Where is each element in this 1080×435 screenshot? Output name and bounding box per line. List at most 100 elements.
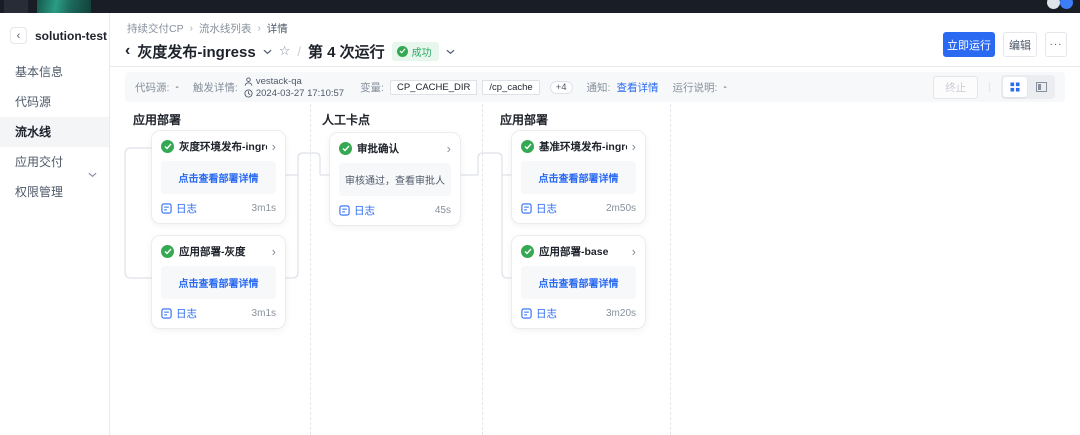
notify-label: 通知: (586, 81, 611, 94)
sidebar-item-basic-info[interactable]: 基本信息 (0, 57, 109, 87)
note-label: 运行说明: (672, 81, 718, 94)
chevron-right-icon[interactable]: › (272, 245, 276, 258)
edit-button[interactable]: 编辑 (1003, 32, 1037, 57)
trigger-user: vestack-qa (255, 75, 302, 87)
log-link[interactable]: 日志 (521, 201, 557, 216)
notify-detail-link[interactable]: 查看详情 (616, 80, 658, 95)
breadcrumb-item-pipeline-list[interactable]: 流水线列表 (199, 21, 252, 36)
stage-divider (310, 104, 311, 435)
trigger-time: 2024-03-27 17:10:57 (255, 87, 345, 99)
variables-label: 变量: (360, 81, 384, 94)
menu-tile[interactable] (4, 0, 28, 13)
stop-button[interactable]: 终止 (933, 75, 979, 99)
task-duration: 45s (434, 205, 451, 216)
log-link[interactable]: 日志 (339, 203, 375, 218)
grid-view-icon (1010, 82, 1020, 92)
breadcrumb: 持续交付CP › 流水线列表 › 详情 (127, 21, 288, 36)
task-card-header[interactable]: 应用部署-base › (521, 244, 636, 259)
task-duration: 3m20s (605, 308, 636, 319)
stage-1-header: 应用部署 (133, 113, 182, 127)
run-now-button[interactable]: 立即运行 (943, 32, 995, 57)
task-card: 灰度环境发布-ingress › 点击查看部署详情 日志 3m1s (152, 131, 285, 223)
pipeline-canvas: 应用部署 人工卡点 应用部署 灰度环境发布-ingress › 点击查看部署详情… (110, 104, 1080, 435)
note-value: - (723, 81, 727, 93)
log-icon (161, 203, 172, 214)
task-card-header[interactable]: 基准环境发布-ingress › (521, 139, 636, 154)
variable-key-chip: CP_CACHE_DIR (389, 79, 478, 95)
top-nav-bar (0, 0, 1080, 13)
board-view-icon (1035, 82, 1047, 92)
log-icon (521, 203, 532, 214)
user-avatar-icon[interactable] (1060, 0, 1073, 9)
pipeline-name-title[interactable]: 灰度发布-ingress (137, 41, 255, 62)
task-duration: 3m1s (251, 203, 276, 214)
log-link[interactable]: 日志 (521, 306, 557, 321)
run-title: 第 4 次运行 (307, 43, 385, 61)
deploy-detail-link[interactable]: 点击查看部署详情 (179, 275, 259, 290)
main-content: 持续交付CP › 流水线列表 › 详情 ‹ 灰度发布-ingress ☆ / 第… (110, 13, 1080, 435)
variable-value-chip: /cp_cache (482, 79, 540, 95)
source-value: - (175, 81, 179, 93)
task-title: 基准环境发布-ingress (539, 141, 627, 153)
success-check-icon (161, 245, 174, 258)
task-title: 审批确认 (357, 143, 399, 155)
brand-logo-image (37, 0, 91, 13)
trigger-label: 触发详情: (192, 81, 238, 94)
task-card: 应用部署-灰度 › 点击查看部署详情 日志 3m1s (152, 236, 285, 328)
chevron-right-icon[interactable]: › (447, 142, 451, 155)
user-icon (244, 76, 253, 86)
task-title: 应用部署-base (539, 246, 609, 258)
sidebar-item-app-delivery[interactable]: 应用交付 (0, 147, 109, 178)
chevron-right-icon[interactable]: › (632, 245, 636, 258)
task-title: 应用部署-灰度 (179, 246, 246, 258)
sidebar-item-pipeline[interactable]: 流水线 (0, 117, 109, 147)
view-mode-switch (1001, 75, 1055, 99)
task-title: 灰度环境发布-ingress (179, 141, 267, 153)
more-actions-button[interactable]: ··· (1045, 32, 1067, 57)
pipeline-switch-chevron-icon[interactable] (263, 42, 272, 60)
task-card-header[interactable]: 审批确认 › (339, 141, 451, 156)
run-switch-chevron-icon[interactable] (446, 42, 455, 60)
stage-3-header: 应用部署 (500, 113, 549, 127)
breadcrumb-item-cp[interactable]: 持续交付CP (127, 21, 184, 36)
sidebar: ‹ solution-test 基本信息 代码源 流水线 应用交付 权限管理 (0, 13, 110, 435)
notification-avatar-icon[interactable] (1047, 0, 1060, 9)
controls-divider: | (988, 81, 991, 93)
task-card-header[interactable]: 灰度环境发布-ingress › (161, 139, 276, 154)
chevron-right-icon[interactable]: › (272, 140, 276, 153)
stage-divider (670, 104, 671, 435)
sidebar-item-code-source[interactable]: 代码源 (0, 87, 109, 117)
task-card: 应用部署-base › 点击查看部署详情 日志 3m20s (512, 236, 645, 328)
source-label: 代码源: (135, 81, 170, 94)
task-card-header[interactable]: 应用部署-灰度 › (161, 244, 276, 259)
success-check-icon (521, 245, 534, 258)
success-check-icon (396, 45, 408, 57)
stage-2-header: 人工卡点 (322, 113, 371, 127)
approval-result-text: 审核通过，查看审批人 (345, 176, 445, 187)
log-link[interactable]: 日志 (161, 306, 197, 321)
status-badge: 成功 (391, 41, 439, 61)
page-back-icon[interactable]: ‹ (125, 41, 130, 61)
variables-more-badge[interactable]: +4 (549, 80, 573, 94)
run-info-bar: 代码源: - 触发详情: vestack-qa 2024-03-27 17:10… (125, 72, 1065, 102)
log-icon (161, 308, 172, 319)
deploy-detail-link[interactable]: 点击查看部署详情 (179, 170, 259, 185)
task-card: 基准环境发布-ingress › 点击查看部署详情 日志 2m50s (512, 131, 645, 223)
favorite-star-icon[interactable]: ☆ (279, 43, 291, 59)
log-link[interactable]: 日志 (161, 201, 197, 216)
title-slash: / (297, 43, 301, 59)
task-duration: 3m1s (251, 308, 276, 319)
chevron-right-icon[interactable]: › (632, 140, 636, 153)
list-view-button[interactable] (1029, 77, 1053, 97)
success-check-icon (339, 142, 352, 155)
sidebar-item-permissions[interactable]: 权限管理 (0, 177, 109, 207)
graph-view-button[interactable] (1003, 77, 1027, 97)
clock-icon (244, 88, 253, 98)
breadcrumb-separator-icon: › (189, 23, 193, 34)
deploy-detail-link[interactable]: 点击查看部署详情 (539, 170, 619, 185)
header-divider (110, 66, 1080, 67)
deploy-detail-link[interactable]: 点击查看部署详情 (539, 275, 619, 290)
sidebar-back-button[interactable]: ‹ (10, 27, 27, 44)
breadcrumb-separator-icon: › (257, 23, 261, 34)
success-check-icon (161, 140, 174, 153)
